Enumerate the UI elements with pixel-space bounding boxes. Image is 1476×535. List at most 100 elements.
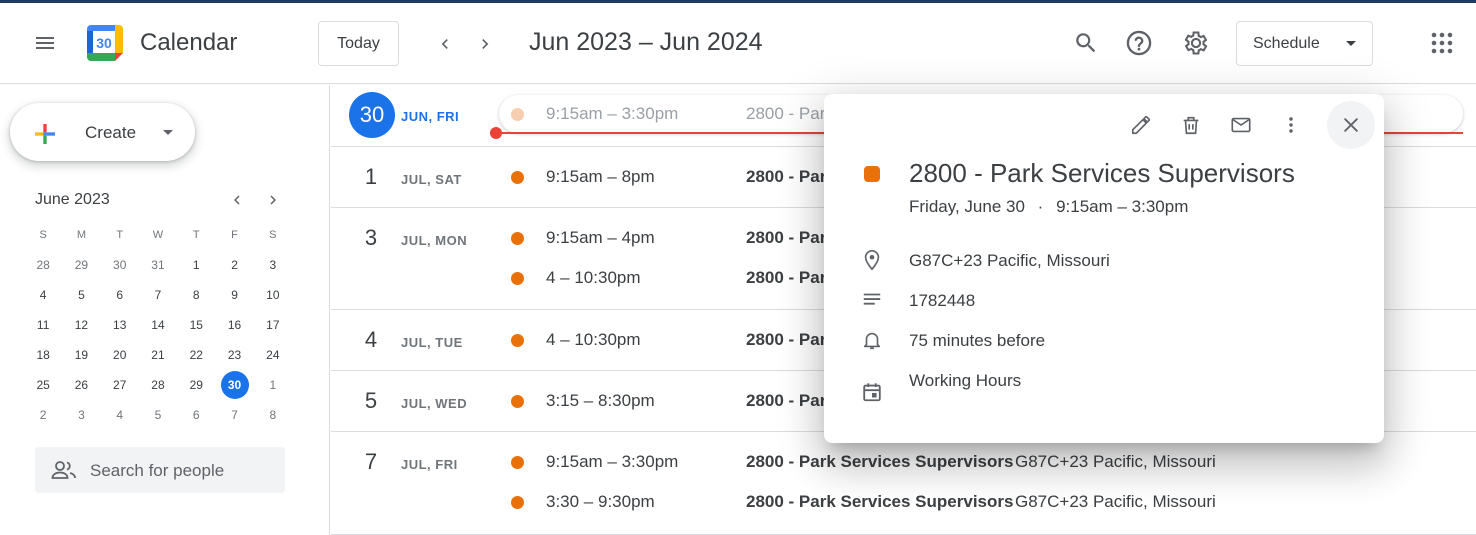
mini-calendar-day[interactable]: 6: [101, 280, 139, 310]
mini-calendar-day[interactable]: 16: [215, 310, 253, 340]
mini-calendar-day[interactable]: 19: [62, 340, 100, 370]
mini-calendar-day[interactable]: 3: [62, 400, 100, 430]
mini-calendar-day[interactable]: 28: [24, 250, 62, 280]
event-title: 2800 - Park Services Supervisors: [746, 452, 1014, 471]
event-row[interactable]: 9:15am – 3:30pm 2800 - Park Services Supe…: [511, 447, 1476, 477]
day-number[interactable]: 1: [359, 164, 383, 190]
event-date-time: Friday, June 30 · 9:15am – 3:30pm: [909, 197, 1188, 217]
weekday-label: F: [231, 229, 238, 241]
mini-calendar-day[interactable]: 5: [139, 400, 177, 430]
mini-calendar-day[interactable]: 31: [139, 250, 177, 280]
close-icon[interactable]: [1327, 101, 1375, 149]
mini-calendar-day[interactable]: 21: [139, 340, 177, 370]
day-label: JUL, FRI: [401, 457, 458, 472]
mini-calendar-day[interactable]: 13: [101, 310, 139, 340]
mini-calendar-day[interactable]: 10: [254, 280, 292, 310]
mini-calendar-day[interactable]: 3: [254, 250, 292, 280]
mini-calendar-day[interactable]: 24: [254, 340, 292, 370]
mini-calendar-day[interactable]: 1: [177, 250, 215, 280]
help-icon[interactable]: [1121, 25, 1157, 61]
top-app-bar: 30 Calendar Today Jun 2023 – Jun 2024 Sc…: [0, 3, 1476, 84]
create-button[interactable]: Create: [10, 103, 195, 161]
more-options-icon[interactable]: [1273, 107, 1309, 143]
event-time: 9:15am – 3:30pm: [1056, 197, 1189, 216]
search-icon[interactable]: [1068, 25, 1104, 61]
day-number[interactable]: 7: [359, 449, 383, 475]
event-time: 9:15am – 4pm: [546, 228, 655, 247]
day-label: JUN, FRI: [401, 109, 460, 124]
mini-calendar-day[interactable]: 8: [254, 400, 292, 430]
email-icon[interactable]: [1223, 107, 1259, 143]
apps-icon[interactable]: [1424, 25, 1460, 61]
mini-calendar-title: June 2023: [35, 191, 110, 208]
mini-calendar-day[interactable]: 29: [177, 370, 215, 400]
mini-calendar-day[interactable]: 8: [177, 280, 215, 310]
mini-calendar-day[interactable]: 7: [139, 280, 177, 310]
plus-icon: [30, 119, 60, 149]
event-time: 4 – 10:30pm: [546, 268, 641, 287]
chevron-left-icon[interactable]: [432, 29, 458, 59]
event-reminder: 75 minutes before: [909, 331, 1046, 350]
schedule-day: 7 JUL, FRI 9:15am – 3:30pm 2800 - Park Serv…: [331, 432, 1476, 535]
event-color-dot: [511, 232, 524, 245]
event-details-popup: 2800 - Park Services Supervisors Friday,…: [824, 94, 1384, 443]
search-people-input[interactable]: Search for people: [35, 447, 285, 493]
mini-calendar-day[interactable]: 5: [62, 280, 100, 310]
mini-calendar-day[interactable]: 18: [24, 340, 62, 370]
today-button[interactable]: Today: [318, 21, 399, 66]
mini-calendar-day[interactable]: 30: [101, 250, 139, 280]
weekday-label: S: [269, 229, 277, 241]
calendar-icon: [859, 379, 885, 405]
calendar-logo[interactable]: 30: [85, 23, 125, 63]
create-label: Create: [85, 123, 137, 142]
mini-calendar-day[interactable]: 27: [101, 370, 139, 400]
event-calendar-name: Working Hours: [909, 371, 1022, 390]
settings-icon[interactable]: [1178, 25, 1214, 61]
weekday-label: W: [152, 229, 164, 241]
day-number[interactable]: 30: [349, 92, 395, 138]
mini-calendar-day[interactable]: 9: [215, 280, 253, 310]
mini-calendar-day[interactable]: 4: [24, 280, 62, 310]
event-location[interactable]: G87C+23 Pacific, Missouri: [909, 251, 1110, 271]
event-time: 9:15am – 3:30pm: [546, 104, 679, 123]
location-pin-icon: [859, 247, 885, 273]
mini-calendar-day[interactable]: 4: [101, 400, 139, 430]
mini-calendar-week: 25 26 27 28 29 30 1: [24, 370, 292, 400]
menu-icon[interactable]: [21, 28, 69, 58]
mini-calendar-day[interactable]: 23: [215, 340, 253, 370]
mini-calendar-day[interactable]: 25: [24, 370, 62, 400]
mini-calendar-day[interactable]: 7: [215, 400, 253, 430]
mini-calendar-day[interactable]: 2: [24, 400, 62, 430]
mini-calendar-day-selected[interactable]: 30: [215, 370, 253, 400]
mini-calendar-day[interactable]: 28: [139, 370, 177, 400]
event-row[interactable]: 3:30 – 9:30pm 2800 - Park Services Superv…: [511, 487, 1476, 517]
mini-calendar-day[interactable]: 29: [62, 250, 100, 280]
mini-calendar-day[interactable]: 17: [254, 310, 292, 340]
day-number[interactable]: 5: [359, 388, 383, 414]
view-switcher-button[interactable]: Schedule: [1236, 21, 1373, 66]
mini-calendar-prev-icon[interactable]: [226, 188, 248, 212]
mini-calendar-day[interactable]: 14: [139, 310, 177, 340]
day-number[interactable]: 4: [359, 327, 383, 353]
mini-calendar-weekdays: S M T W T F S: [24, 220, 292, 250]
edit-icon[interactable]: [1123, 107, 1159, 143]
chevron-right-icon[interactable]: [472, 29, 498, 59]
mini-calendar-day[interactable]: 15: [177, 310, 215, 340]
mini-calendar-day[interactable]: 2: [215, 250, 253, 280]
event-description: 1782448: [909, 291, 976, 310]
app-title: Calendar: [140, 29, 238, 56]
mini-calendar-day[interactable]: 20: [101, 340, 139, 370]
mini-calendar-day[interactable]: 12: [62, 310, 100, 340]
day-number[interactable]: 3: [359, 225, 383, 251]
mini-calendar-day[interactable]: 11: [24, 310, 62, 340]
mini-calendar-day[interactable]: 1: [254, 370, 292, 400]
mini-calendar-day[interactable]: 26: [62, 370, 100, 400]
event-color-dot: [511, 171, 524, 184]
mini-calendar-day[interactable]: 6: [177, 400, 215, 430]
svg-text:30: 30: [96, 35, 112, 51]
mini-calendar-next-icon[interactable]: [262, 188, 284, 212]
mini-calendar-day[interactable]: 22: [177, 340, 215, 370]
event-color-dot: [511, 395, 524, 408]
delete-icon[interactable]: [1173, 107, 1209, 143]
day-label: JUL, SAT: [401, 172, 462, 187]
